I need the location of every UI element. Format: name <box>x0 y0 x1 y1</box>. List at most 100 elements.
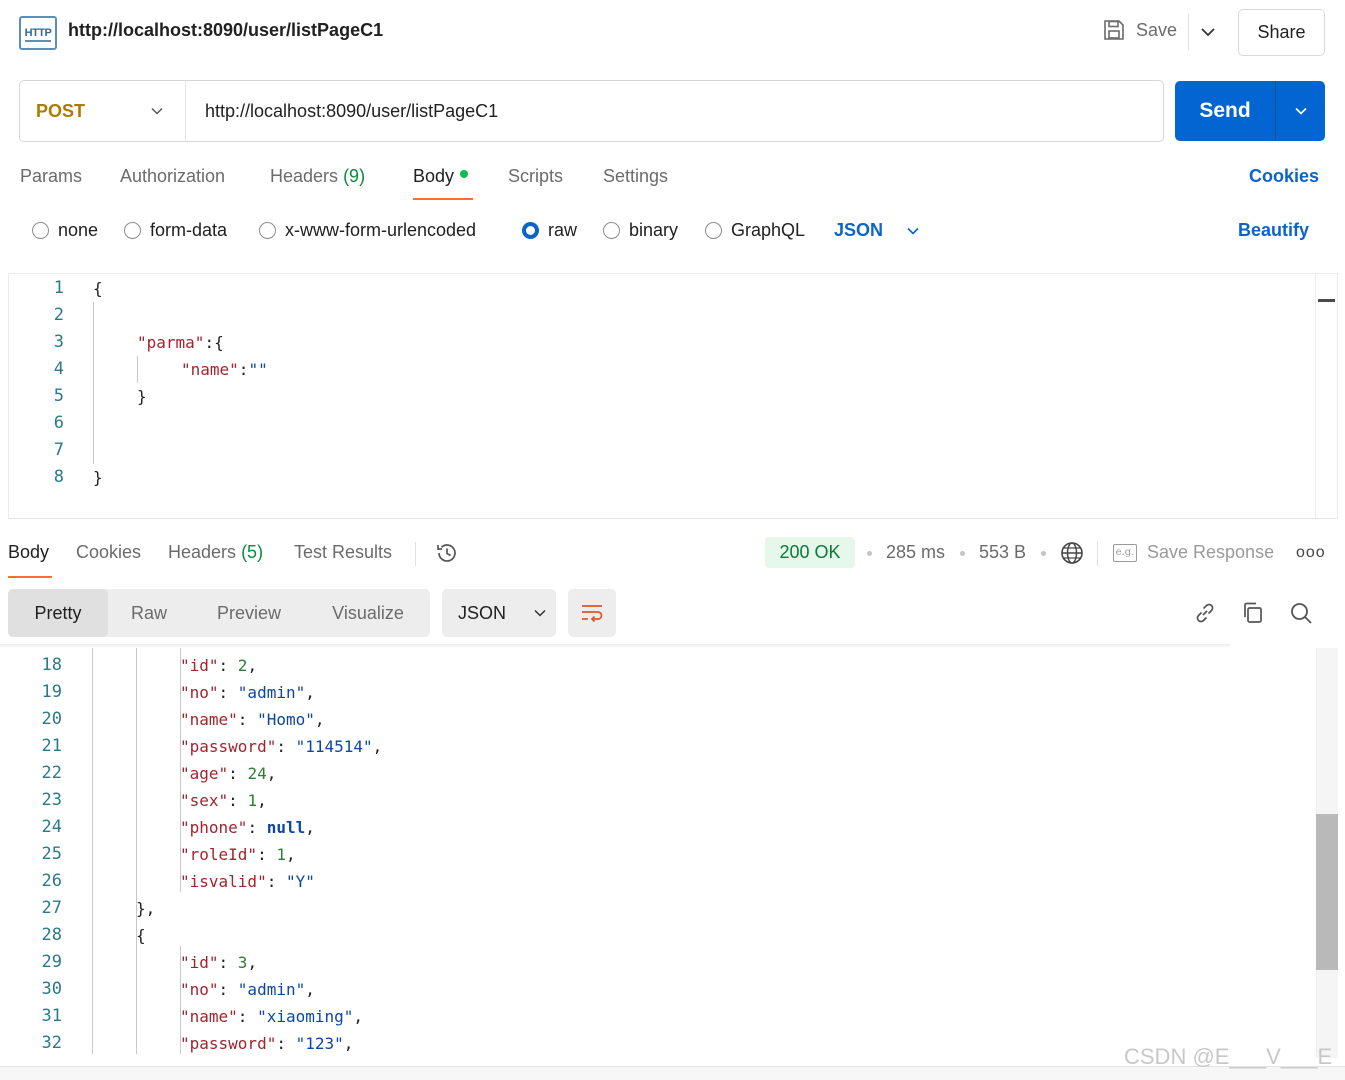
line-number: 27 <box>41 898 62 918</box>
status-badge[interactable]: 200 OK <box>765 537 855 568</box>
code-line: "sex": 1, <box>180 791 267 810</box>
meta-divider <box>1097 542 1098 566</box>
radio-circle <box>603 222 620 239</box>
code-line-name: "name":"" <box>181 360 268 379</box>
line-number: 23 <box>41 790 62 810</box>
json-key: "age" <box>180 764 229 783</box>
response-size[interactable]: 553 B <box>979 542 1026 563</box>
response-scrollbar-thumb[interactable] <box>1316 814 1338 970</box>
line-number: 20 <box>41 709 62 729</box>
resp-tab-headers-count: (5) <box>241 542 264 562</box>
code-open-brace: { <box>93 279 103 298</box>
tab-settings[interactable]: Settings <box>603 166 668 187</box>
resp-tab-body[interactable]: Body <box>8 542 49 563</box>
save-button[interactable]: Save <box>1102 18 1177 42</box>
json-value: "123" <box>295 1034 344 1053</box>
wrap-lines-icon <box>582 605 603 623</box>
code-line: "roleId": 1, <box>180 845 296 864</box>
json-value: 1 <box>247 791 258 810</box>
code-line: "password": "123", <box>180 1034 354 1053</box>
json-key: "id" <box>180 656 219 675</box>
search-icon[interactable] <box>1288 600 1314 626</box>
send-options-button[interactable] <box>1276 81 1325 141</box>
line-number: 1 <box>53 278 64 298</box>
line-number: 29 <box>41 952 62 972</box>
history-icon[interactable] <box>434 540 460 566</box>
view-raw[interactable]: Raw <box>108 589 190 637</box>
cookies-link[interactable]: Cookies <box>1249 166 1319 187</box>
tab-params[interactable]: Params <box>20 166 82 187</box>
link-icon[interactable] <box>1192 600 1218 626</box>
url-input[interactable] <box>186 100 1163 122</box>
http-icon-label: HTTP <box>24 27 52 39</box>
save-label: Save <box>1136 19 1178 40</box>
code-line: }, <box>136 895 155 922</box>
json-key: "roleId" <box>180 845 258 864</box>
active-tab-indicator <box>413 198 473 200</box>
json-value: 3 <box>237 953 248 972</box>
code-line: "no": "admin", <box>180 683 315 702</box>
wrap-lines-button[interactable] <box>568 589 616 637</box>
response-body-viewer[interactable]: 18 "id": 2, 19 "no": "admin", 20 "name": "Hom… <box>0 648 1345 1058</box>
radio-binary[interactable]: binary <box>603 220 678 241</box>
send-label[interactable]: Send <box>1175 81 1276 141</box>
radio-raw[interactable]: raw <box>522 220 577 241</box>
code-line: "name": "Homo", <box>180 710 325 729</box>
tab-authorization[interactable]: Authorization <box>120 166 225 187</box>
code-line: "id": 3, <box>180 953 258 972</box>
save-response-button[interactable]: e.g. Save Response <box>1113 542 1274 563</box>
line-number: 8 <box>53 467 64 487</box>
indent-guide <box>92 648 93 1054</box>
json-key: "id" <box>180 953 219 972</box>
radio-form-data[interactable]: form-data <box>124 220 227 241</box>
method-select[interactable]: POST <box>20 81 186 141</box>
send-button[interactable]: Send <box>1175 81 1325 141</box>
tab-scripts[interactable]: Scripts <box>508 166 563 187</box>
radio-graphql[interactable]: GraphQL <box>705 220 805 241</box>
response-time[interactable]: 285 ms <box>886 542 945 563</box>
json-value: 2 <box>237 656 248 675</box>
code-close-brace: } <box>93 468 103 487</box>
json-punct: }, <box>136 899 156 918</box>
json-value: "Homo" <box>257 710 315 729</box>
chevron-down-icon[interactable] <box>1196 20 1220 44</box>
resp-tab-cookies[interactable]: Cookies <box>76 542 141 563</box>
request-title[interactable]: http://localhost:8090/user/listPageC1 <box>68 20 383 41</box>
share-button[interactable]: Share <box>1238 9 1325 56</box>
code-line: "isvalid": "Y" <box>180 872 315 891</box>
view-visualize[interactable]: Visualize <box>308 589 428 637</box>
indent-guide <box>93 302 94 464</box>
meta-separator <box>960 551 965 556</box>
resp-tab-headers[interactable]: Headers (5) <box>168 542 263 563</box>
copy-icon[interactable] <box>1240 600 1266 626</box>
beautify-button[interactable]: Beautify <box>1238 220 1309 241</box>
line-number: 19 <box>41 682 62 702</box>
view-pretty[interactable]: Pretty <box>8 589 108 637</box>
more-icon[interactable]: ooo <box>1296 544 1326 562</box>
json-value: "admin" <box>237 683 306 702</box>
json-key: "isvalid" <box>180 872 267 891</box>
editor-scrollbar[interactable] <box>1315 274 1337 518</box>
radio-none-label: none <box>58 220 99 240</box>
body-format-label: JSON <box>834 220 884 240</box>
body-format-select[interactable]: JSON <box>834 220 923 241</box>
tab-headers-count: (9) <box>343 166 366 186</box>
globe-icon[interactable] <box>1059 540 1085 566</box>
radio-none[interactable]: none <box>32 220 98 241</box>
tab-headers[interactable]: Headers (9) <box>270 166 365 187</box>
request-body-editor[interactable]: 1 2 3 4 5 6 7 8 { "parma":{ "name":"" } … <box>8 273 1338 519</box>
json-value: "admin" <box>237 980 306 999</box>
line-number: 21 <box>41 736 62 756</box>
json-key: "password" <box>180 1034 277 1053</box>
save-icon <box>1104 20 1124 40</box>
view-preview[interactable]: Preview <box>190 589 308 637</box>
radio-circle <box>32 222 49 239</box>
json-key: "password" <box>180 737 277 756</box>
response-format-select[interactable]: JSON <box>442 589 556 637</box>
radio-urlencoded[interactable]: x-www-form-urlencoded <box>259 220 476 241</box>
code-close-inner: } <box>137 387 147 406</box>
http-icon: HTTP <box>19 16 57 50</box>
tab-body[interactable]: Body <box>413 166 469 187</box>
resp-tab-test-results[interactable]: Test Results <box>294 542 392 563</box>
json-string: "" <box>248 360 268 379</box>
